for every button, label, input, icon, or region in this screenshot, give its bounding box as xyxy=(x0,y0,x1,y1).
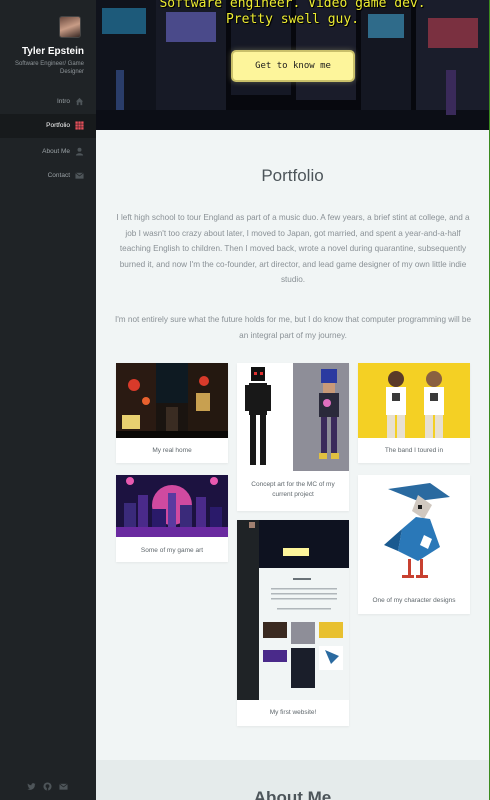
site-owner-role: Software Engineer/ Game Designer xyxy=(14,61,84,75)
portfolio-card-game-art[interactable]: Some of my game art xyxy=(116,475,228,562)
nav-item-label: Contact xyxy=(47,172,70,179)
portfolio-section: Portfolio I left high school to tour Eng… xyxy=(96,130,490,760)
card-caption: My first website! xyxy=(269,709,317,716)
twitter-icon[interactable] xyxy=(27,778,36,790)
user-icon xyxy=(75,147,84,156)
portfolio-card-band[interactable]: The band I toured in xyxy=(358,363,470,463)
portfolio-intro-paragraph: I left high school to tour England as pa… xyxy=(116,213,470,284)
hero-header: Software engineer. Video game dev. Prett… xyxy=(96,0,490,130)
nav-item-contact[interactable]: Contact xyxy=(0,164,96,188)
card-caption: One of my character designs xyxy=(372,597,456,604)
nav-item-label: About Me xyxy=(42,148,70,155)
get-to-know-me-button[interactable]: Get to know me xyxy=(231,50,355,82)
synthwave-city-art xyxy=(116,475,228,537)
nav-item-label: Intro xyxy=(56,98,70,105)
portfolio-card-character-design[interactable]: One of my character designs xyxy=(358,475,470,614)
nav-item-intro[interactable]: Intro xyxy=(0,90,96,114)
bird-character-art xyxy=(358,475,470,590)
band-photo xyxy=(358,363,470,438)
nav-item-portfolio[interactable]: Portfolio xyxy=(0,114,96,138)
portfolio-card-first-website[interactable]: My first website! xyxy=(237,520,349,726)
hero-tagline-line-1: Software engineer. Video game dev. xyxy=(159,0,426,11)
section-title: Portfolio xyxy=(261,166,324,185)
nav-item-label: Portfolio xyxy=(46,122,70,129)
portfolio-closing-paragraph: I'm not entirely sure what the future ho… xyxy=(114,315,472,340)
card-caption: The band I toured in xyxy=(384,447,444,454)
email-icon[interactable] xyxy=(59,778,68,790)
nav-item-about-me[interactable]: About Me xyxy=(0,140,96,164)
alley-photo xyxy=(116,363,228,438)
portfolio-card-real-home[interactable]: My real home xyxy=(116,363,228,463)
section-title: About Me xyxy=(253,788,332,800)
social-links xyxy=(27,778,68,791)
card-caption: Concept art for the MC of my current pro… xyxy=(251,481,335,498)
envelope-icon xyxy=(75,172,84,179)
site-owner-name: Tyler Epstein xyxy=(21,46,84,57)
website-screenshot-thumbnail xyxy=(237,520,349,700)
github-icon[interactable] xyxy=(43,778,52,791)
portfolio-card-concept-art[interactable]: Concept art for the MC of my current pro… xyxy=(237,363,349,511)
about-section: About Me xyxy=(96,760,490,800)
grid-icon xyxy=(75,121,84,130)
card-caption: My real home xyxy=(152,447,192,454)
card-caption: Some of my game art xyxy=(140,547,204,554)
home-icon xyxy=(75,97,84,106)
hero-tagline-line-2: Pretty swell guy. xyxy=(225,12,360,27)
sidebar: Tyler Epstein Software Engineer/ Game De… xyxy=(0,0,96,800)
avatar xyxy=(59,16,81,38)
concept-art-image xyxy=(237,363,349,471)
